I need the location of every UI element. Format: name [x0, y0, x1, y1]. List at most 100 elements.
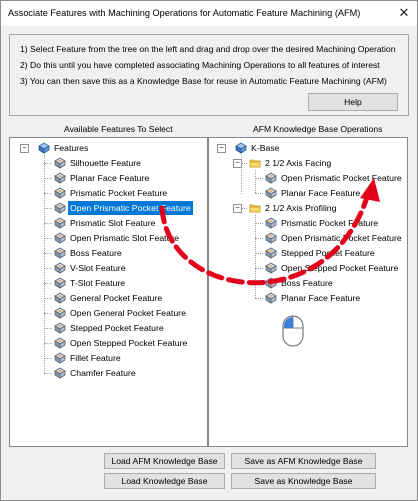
- tree-item-label: Stepped Pocket Feature: [281, 248, 375, 258]
- load-knowledge-base-button[interactable]: Load Knowledge Base: [104, 473, 225, 489]
- t-slot-icon: [54, 277, 66, 289]
- feature-item[interactable]: Prismatic Pocket Feature: [10, 186, 207, 200]
- tree-item-label: Open Prismatic Pocket Feature: [281, 173, 402, 183]
- feature-icon: [265, 232, 277, 244]
- feature-item[interactable]: Stepped Pocket Feature: [10, 321, 207, 335]
- operation-feature-item[interactable]: Planar Face Feature: [209, 186, 407, 200]
- features-root-icon: [38, 142, 50, 154]
- instruction-step-1: 1) Select Feature from the tree on the l…: [20, 44, 396, 54]
- feature-item[interactable]: Planar Face Feature: [10, 171, 207, 185]
- instruction-step-3: 3) You can then save this as a Knowledge…: [20, 76, 387, 86]
- prismatic-slot-icon: [54, 217, 66, 229]
- folder-icon: [249, 157, 261, 169]
- stepped-pocket-icon: [54, 322, 66, 334]
- operation-feature-item[interactable]: Stepped Pocket Feature: [209, 246, 407, 260]
- boss-icon: [54, 247, 66, 259]
- feature-icon: [265, 172, 277, 184]
- tree-root-features[interactable]: − Features: [10, 141, 207, 155]
- prismatic-pocket-icon: [54, 187, 66, 199]
- tree-item-label: Stepped Pocket Feature: [70, 323, 164, 333]
- operation-feature-item[interactable]: Open Prismatic Pocket Feature: [209, 231, 407, 245]
- instructions-box: 1) Select Feature from the tree on the l…: [9, 34, 409, 116]
- tree-item-label: Prismatic Slot Feature: [70, 218, 156, 228]
- fillet-icon: [54, 352, 66, 364]
- dialog-window: Associate Features with Machining Operat…: [0, 0, 418, 501]
- silhouette-feature-icon: [54, 157, 66, 169]
- feature-icon: [265, 217, 277, 229]
- save-as-knowledge-base-button[interactable]: Save as Knowledge Base: [231, 473, 376, 489]
- tree-item-label: Prismatic Pocket Feature: [281, 218, 379, 228]
- open-prismatic-slot-icon: [54, 232, 66, 244]
- instruction-step-2: 2) Do this until you have completed asso…: [20, 60, 380, 70]
- feature-item[interactable]: Fillet Feature: [10, 351, 207, 365]
- tree-item-label: Open Prismatic Pocket Feature: [281, 233, 402, 243]
- help-button[interactable]: Help: [308, 93, 398, 111]
- close-button[interactable]: ✕: [391, 1, 417, 26]
- collapse-toggle-icon[interactable]: −: [233, 204, 242, 213]
- planar-face-icon: [54, 172, 66, 184]
- tree-item-label: Boss Feature: [281, 278, 333, 288]
- tree-item-label: Open General Pocket Feature: [70, 308, 186, 318]
- feature-icon: [265, 277, 277, 289]
- operation-group[interactable]: − 2 1/2 Axis Profiling: [209, 201, 407, 215]
- available-features-tree[interactable]: − Features Silhouette Feature Planar Face F…: [9, 137, 208, 447]
- open-general-pocket-icon: [54, 307, 66, 319]
- tree-item-label: 2 1/2 Axis Profiling: [265, 203, 337, 213]
- tree-item-label: Planar Face Feature: [70, 173, 150, 183]
- feature-item[interactable]: V-Slot Feature: [10, 261, 207, 275]
- folder-icon: [249, 202, 261, 214]
- tree-item-label: V-Slot Feature: [70, 263, 126, 273]
- tree-item-label: Boss Feature: [70, 248, 122, 258]
- tree-item-label: Open Prismatic Pocket Feature: [68, 201, 193, 215]
- feature-item[interactable]: Silhouette Feature: [10, 156, 207, 170]
- tree-item-label: Planar Face Feature: [281, 293, 361, 303]
- tree-item-label: Open Stepped Pocket Feature: [70, 338, 188, 348]
- feature-item[interactable]: Open General Pocket Feature: [10, 306, 207, 320]
- collapse-toggle-icon[interactable]: −: [217, 144, 226, 153]
- operation-group[interactable]: −2 1/2 Axis Facing: [209, 156, 407, 170]
- feature-item[interactable]: General Pocket Feature: [10, 291, 207, 305]
- operation-feature-item[interactable]: Open Stepped Pocket Feature: [209, 261, 407, 275]
- tree-item-label: Features: [54, 143, 89, 153]
- feature-item[interactable]: T-Slot Feature: [10, 276, 207, 290]
- chamfer-icon: [54, 367, 66, 379]
- tree-item-label: Chamfer Feature: [70, 368, 136, 378]
- general-pocket-icon: [54, 292, 66, 304]
- feature-item[interactable]: Chamfer Feature: [10, 366, 207, 380]
- operation-feature-item[interactable]: Boss Feature: [209, 276, 407, 290]
- right-panel-label: AFM Knowledge Base Operations: [253, 124, 383, 134]
- knowledge-base-tree[interactable]: − K-Base −2 1/2 Axis Facing Open Prismatic …: [208, 137, 408, 447]
- tree-item-label: General Pocket Feature: [70, 293, 163, 303]
- feature-icon: [265, 292, 277, 304]
- feature-icon: [265, 247, 277, 259]
- save-as-afm-knowledge-base-button[interactable]: Save as AFM Knowledge Base: [231, 453, 376, 469]
- operation-feature-item[interactable]: Prismatic Pocket Feature: [209, 216, 407, 230]
- v-slot-icon: [54, 262, 66, 274]
- title-bar[interactable]: Associate Features with Machining Operat…: [1, 1, 417, 26]
- operation-feature-item[interactable]: Planar Face Feature: [209, 291, 407, 305]
- feature-icon: [265, 262, 277, 274]
- tree-item-label: Planar Face Feature: [281, 188, 361, 198]
- kbase-root-icon: [235, 142, 247, 154]
- tree-connector-line: [241, 155, 242, 194]
- tree-item-label: Silhouette Feature: [70, 158, 141, 168]
- window-title: Associate Features with Machining Operat…: [8, 8, 361, 18]
- tree-root-kbase[interactable]: − K-Base: [209, 141, 407, 155]
- feature-item[interactable]: Open Prismatic Pocket Feature: [10, 201, 207, 215]
- open-stepped-pocket-icon: [54, 337, 66, 349]
- feature-item[interactable]: Boss Feature: [10, 246, 207, 260]
- tree-item-label: Prismatic Pocket Feature: [70, 188, 168, 198]
- load-afm-knowledge-base-button[interactable]: Load AFM Knowledge Base: [104, 453, 225, 469]
- collapse-toggle-icon[interactable]: −: [20, 144, 29, 153]
- feature-icon: [265, 187, 277, 199]
- feature-item[interactable]: Open Prismatic Slot Feature: [10, 231, 207, 245]
- feature-item[interactable]: Prismatic Slot Feature: [10, 216, 207, 230]
- tree-item-label: K-Base: [251, 143, 280, 153]
- tree-connector-line: [255, 170, 256, 193]
- operation-feature-item[interactable]: Open Prismatic Pocket Feature: [209, 171, 407, 185]
- tree-connector-line: [255, 215, 256, 298]
- tree-item-label: 2 1/2 Axis Facing: [265, 158, 332, 168]
- feature-item[interactable]: Open Stepped Pocket Feature: [10, 336, 207, 350]
- tree-item-label: T-Slot Feature: [70, 278, 126, 288]
- left-panel-label: Available Features To Select: [64, 124, 173, 134]
